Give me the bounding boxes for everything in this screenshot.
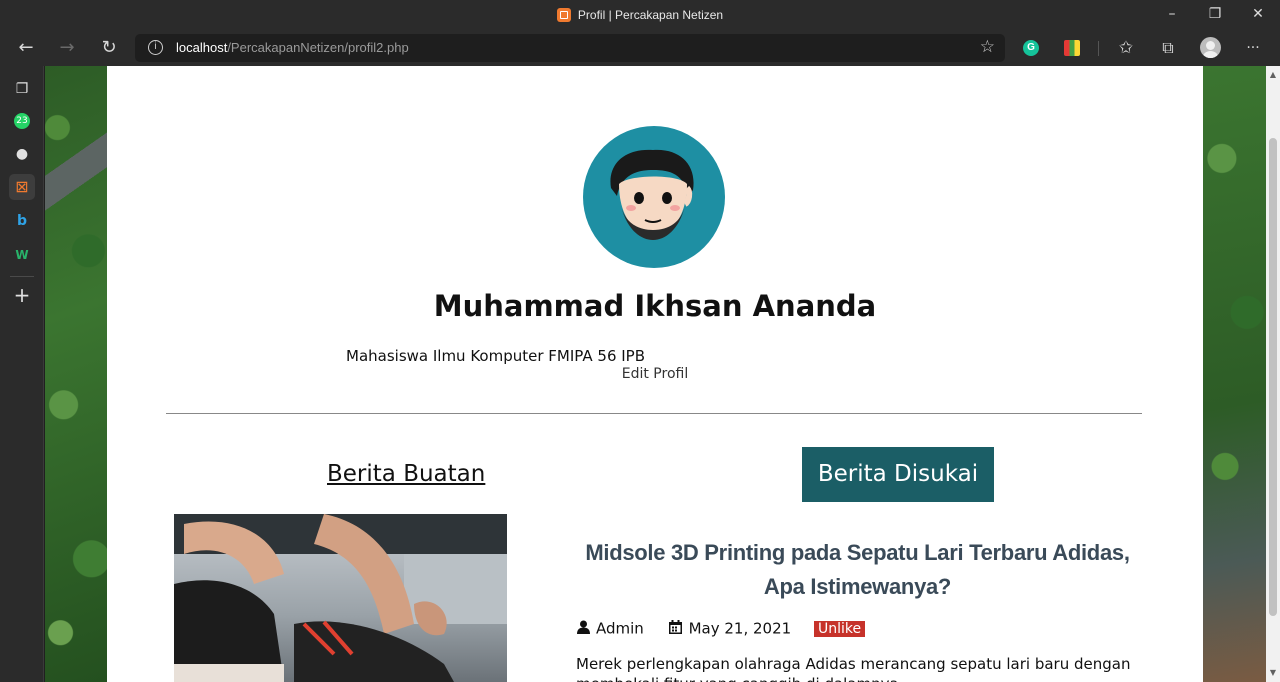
address-path: /PercakapanNetizen/profil2.php: [227, 40, 409, 55]
window-title-text: Profil | Percakapan Netizen: [577, 8, 724, 22]
toolbar-divider: [1098, 41, 1099, 56]
refresh-button[interactable]: ↻: [95, 35, 123, 61]
background-road: [45, 110, 107, 240]
more-menu-icon[interactable]: ···: [1239, 35, 1267, 61]
cartoon-face-icon: [610, 149, 694, 240]
article-meta: Admin May 21, 2021 Unlike: [576, 619, 866, 638]
edit-profile-link[interactable]: Edit Profil: [107, 366, 1203, 382]
scroll-down-icon[interactable]: ▼: [1266, 666, 1280, 680]
whatsapp-icon[interactable]: 23: [9, 108, 35, 134]
minimize-button[interactable]: –: [1149, 0, 1195, 30]
user-icon: [576, 620, 590, 638]
profile-avatar: [583, 126, 725, 268]
edge-sidebar: ❐ 23 ● ⊠ b W +: [0, 66, 44, 682]
close-button[interactable]: ✕: [1235, 0, 1280, 30]
add-favorite-icon[interactable]: ☆: [980, 37, 995, 57]
tab-liked-news[interactable]: Berita Disukai: [802, 447, 994, 502]
article-thumbnail[interactable]: [174, 514, 507, 682]
sidebar-divider: [10, 276, 34, 277]
color-extension-icon[interactable]: [1064, 40, 1080, 56]
profile-page: Muhammad Ikhsan Ananda Mahasiswa Ilmu Ko…: [107, 66, 1203, 682]
calendar-icon: [669, 619, 683, 638]
site-info-icon[interactable]: i: [148, 40, 163, 55]
xampp-icon[interactable]: ⊠: [9, 174, 35, 200]
collections-icon[interactable]: ⧉: [1154, 35, 1182, 61]
browser-toolbar: ← → ↻ i localhost/PercakapanNetizen/prof…: [0, 30, 1280, 66]
add-sidebar-item-icon[interactable]: +: [9, 282, 35, 308]
w-icon[interactable]: W: [9, 242, 35, 268]
scroll-up-icon[interactable]: ▲: [1266, 68, 1280, 82]
address-url[interactable]: localhost/PercakapanNetizen/profil2.php: [176, 40, 409, 55]
title-bar: Profil | Percakapan Netizen – ❐ ✕: [0, 0, 1280, 30]
window-title: Profil | Percakapan Netizen: [0, 8, 1280, 22]
grammarly-extension-icon[interactable]: G: [1023, 40, 1039, 56]
restore-button[interactable]: ❐: [1192, 0, 1238, 30]
running-shoe-image: [174, 514, 507, 682]
profile-bio: Mahasiswa Ilmu Komputer FMIPA 56 IPB: [346, 347, 646, 365]
forward-button[interactable]: →: [53, 35, 81, 61]
profile-name: Muhammad Ikhsan Ananda: [433, 289, 877, 323]
section-divider: [166, 413, 1142, 414]
background-right: [1203, 66, 1266, 682]
whatsapp-badge: 23: [14, 113, 30, 129]
article-title[interactable]: Midsole 3D Printing pada Sepatu Lari Ter…: [575, 536, 1140, 604]
page-scrollbar[interactable]: ▲ ▼: [1266, 66, 1280, 682]
article-date: May 21, 2021: [688, 619, 792, 638]
address-host: localhost: [176, 40, 228, 55]
profile-avatar-icon[interactable]: [1200, 37, 1221, 58]
article-author: Admin: [596, 619, 644, 638]
favorites-icon[interactable]: ✩: [1112, 35, 1140, 61]
back-button[interactable]: ←: [12, 35, 40, 61]
bing-icon[interactable]: b: [9, 208, 35, 234]
address-bar[interactable]: i localhost/PercakapanNetizen/profil2.ph…: [135, 34, 1005, 62]
xampp-favicon-icon: [556, 8, 571, 22]
tabs-icon[interactable]: ❐: [9, 76, 35, 102]
tab-created-news[interactable]: Berita Buatan: [327, 461, 485, 487]
github-icon[interactable]: ●: [9, 141, 35, 167]
scrollbar-thumb[interactable]: [1269, 138, 1277, 616]
article-excerpt: Merek perlengkapan olahraga Adidas meran…: [576, 655, 1131, 682]
unlike-button[interactable]: Unlike: [813, 620, 866, 637]
